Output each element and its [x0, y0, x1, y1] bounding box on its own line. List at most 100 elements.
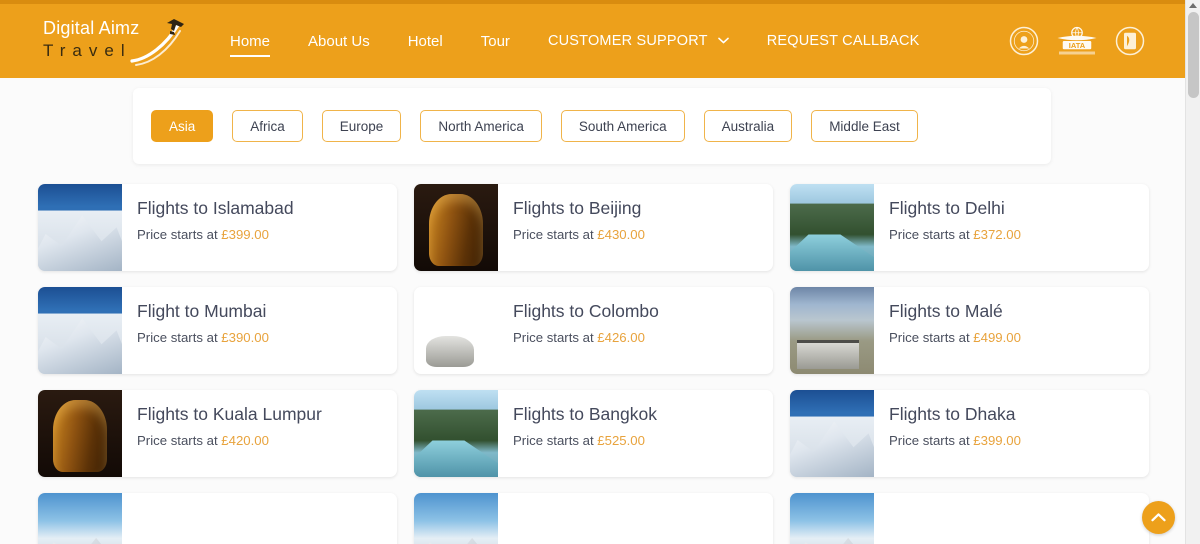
flight-price: £399.00 — [973, 433, 1021, 449]
flight-card[interactable]: Flights to Kuala Lumpur Price starts at … — [38, 390, 397, 477]
flight-price: £430.00 — [597, 227, 645, 243]
filter-tab-south-america[interactable]: South America — [560, 110, 685, 142]
price-prefix-label: Price starts at — [137, 330, 222, 346]
flight-card-title: Flights to Beijing — [513, 198, 642, 218]
flight-card-body: Flights to Colombo Price starts at £426.… — [498, 287, 773, 374]
destination-thumbnail — [38, 390, 122, 477]
filter-tab-label: Asia — [169, 118, 196, 134]
destination-thumbnail — [790, 390, 874, 477]
logo-text-line2: Travel — [43, 41, 132, 60]
filter-tab-asia[interactable]: Asia — [151, 110, 214, 142]
flight-price: £426.00 — [597, 330, 645, 346]
flight-card[interactable]: Flights to Beijing Price starts at £430.… — [414, 184, 773, 271]
flight-card-price-line: Price starts at £499.00 — [889, 330, 1149, 345]
flight-card-price-line: Price starts at £390.00 — [137, 330, 397, 345]
nav-item-home[interactable]: Home — [230, 27, 271, 57]
destination-thumbnail — [38, 287, 122, 374]
nav-item-customer-support[interactable]: CUSTOMER SUPPORT — [548, 27, 729, 55]
destination-thumbnail — [38, 184, 122, 271]
nav-label: About Us — [308, 32, 370, 50]
flight-card-title: Flights to Delhi — [889, 198, 1005, 218]
flight-card[interactable]: Flight to Mumbai Price starts at £390.00 — [38, 287, 397, 374]
filter-tab-label: Middle East — [829, 118, 900, 134]
atol-protected-badge-icon — [1115, 26, 1145, 56]
price-prefix-label: Price starts at — [889, 433, 974, 449]
filter-tab-europe[interactable]: Europe — [321, 110, 402, 142]
flight-card[interactable]: Flights to Colombo Price starts at £426.… — [414, 287, 773, 374]
filter-tab-label: Europe — [339, 118, 384, 134]
flight-price: £399.00 — [221, 227, 269, 243]
region-filter-bar: Asia Africa Europe North America South A… — [133, 88, 1051, 164]
flight-card-body: Flights to Beijing Price starts at £430.… — [498, 184, 773, 271]
nav-label: REQUEST CALLBACK — [766, 33, 920, 49]
scroll-to-top-button[interactable] — [1142, 501, 1175, 534]
nav-label: CUSTOMER SUPPORT — [547, 33, 708, 49]
flight-price: £525.00 — [597, 433, 645, 449]
flight-card[interactable] — [790, 493, 1149, 544]
flight-card[interactable]: Flights to Malé Price starts at £499.00 — [790, 287, 1149, 374]
flight-card-title: Flights to Islamabad — [137, 198, 294, 218]
flight-card-price-line: Price starts at £426.00 — [513, 330, 773, 345]
price-prefix-label: Price starts at — [889, 227, 974, 243]
nav-item-about-us[interactable]: About Us — [308, 27, 370, 56]
nav-label: Hotel — [407, 32, 443, 50]
flight-card[interactable]: Flights to Delhi Price starts at £372.00 — [790, 184, 1149, 271]
vertical-scrollbar[interactable] — [1185, 0, 1200, 544]
flight-card-body: Flights to Bangkok Price starts at £525.… — [498, 390, 773, 477]
logo-text-line1: Digital Aimz — [43, 18, 140, 38]
filter-tab-label: Africa — [250, 118, 285, 134]
filter-tab-middle-east[interactable]: Middle East — [811, 110, 918, 142]
nav-item-tour[interactable]: Tour — [481, 27, 510, 56]
price-prefix-label: Price starts at — [889, 330, 974, 346]
destination-thumbnail — [790, 184, 874, 271]
flight-card-title: Flights to Malé — [889, 301, 1003, 321]
chevron-up-icon — [1151, 513, 1166, 522]
filter-tab-north-america[interactable]: North America — [420, 110, 542, 142]
price-prefix-label: Price starts at — [137, 433, 222, 449]
destination-thumbnail — [790, 493, 874, 544]
flight-card[interactable]: Flights to Bangkok Price starts at £525.… — [414, 390, 773, 477]
iata-badge-icon: IATA — [1057, 26, 1097, 55]
flight-card-grid: Flights to Islamabad Price starts at £39… — [38, 184, 1150, 544]
destination-thumbnail — [790, 287, 874, 374]
main-navigation: Home About Us Hotel Tour CUSTOMER SUPPOR… — [230, 27, 958, 57]
flight-card[interactable]: Flights to Dhaka Price starts at £399.00 — [790, 390, 1149, 477]
filter-tab-africa[interactable]: Africa — [232, 110, 303, 142]
nav-label: Tour — [480, 32, 510, 50]
flight-card-price-line: Price starts at £430.00 — [513, 227, 773, 242]
flight-card-title: Flights to Colombo — [513, 301, 659, 321]
scrollbar-thumb[interactable] — [1188, 12, 1199, 98]
flight-card-title: Flights to Bangkok — [513, 404, 657, 424]
flight-card[interactable] — [414, 493, 773, 544]
destination-thumbnail — [414, 184, 498, 271]
flight-card-price-line: Price starts at £399.00 — [137, 227, 397, 242]
flight-card-body: Flight to Mumbai Price starts at £390.00 — [122, 287, 397, 374]
filter-tab-label: North America — [438, 118, 524, 134]
filter-tab-australia[interactable]: Australia — [703, 110, 793, 142]
chevron-down-icon — [717, 32, 729, 48]
flight-card-body: Flights to Malé Price starts at £499.00 — [874, 287, 1149, 374]
flight-card-body — [498, 493, 773, 544]
destination-thumbnail — [414, 287, 498, 374]
flight-card-body — [874, 493, 1149, 544]
flight-card-title: Flights to Kuala Lumpur — [137, 404, 322, 424]
price-prefix-label: Price starts at — [513, 227, 598, 243]
flight-card-body: Flights to Kuala Lumpur Price starts at … — [122, 390, 397, 477]
certification-badges: IATA — [1009, 24, 1145, 58]
price-prefix-label: Price starts at — [513, 433, 598, 449]
flight-card-price-line: Price starts at £372.00 — [889, 227, 1149, 242]
flight-card-body — [122, 493, 397, 544]
flight-card[interactable]: Flights to Islamabad Price starts at £39… — [38, 184, 397, 271]
destination-thumbnail — [414, 493, 498, 544]
svg-text:IATA: IATA — [1069, 41, 1086, 50]
flight-card-title: Flight to Mumbai — [137, 301, 267, 321]
nav-item-hotel[interactable]: Hotel — [408, 27, 443, 56]
flight-card[interactable] — [38, 493, 397, 544]
destination-thumbnail — [414, 390, 498, 477]
site-logo[interactable]: Digital Aimz Travel — [40, 15, 188, 67]
flight-price: £372.00 — [973, 227, 1021, 243]
nav-item-request-callback[interactable]: REQUEST CALLBACK — [767, 27, 920, 55]
flight-card-title: Flights to Dhaka — [889, 404, 1016, 424]
flight-card-price-line: Price starts at £525.00 — [513, 433, 773, 448]
scrollbar-up-arrow-icon[interactable] — [1189, 3, 1197, 8]
